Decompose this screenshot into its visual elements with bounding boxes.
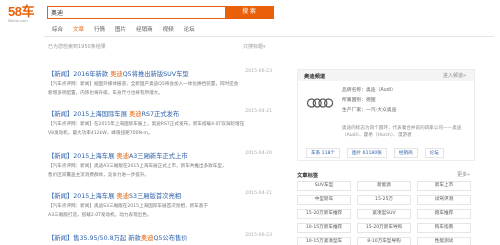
result-title-pre: 2015上海车展 bbox=[73, 153, 117, 160]
title-only-label: 只搜标题 bbox=[243, 44, 264, 50]
result-title-highlight: 奥迪 bbox=[140, 235, 154, 242]
result-item: 【新闻】2015上海车展 奥迪A3三厢新车正式上市 2015-04-20 【汽车… bbox=[48, 151, 272, 180]
result-date: 2015-04-21 bbox=[245, 191, 272, 196]
result-tag: 【新闻】 bbox=[48, 111, 74, 118]
result-snippet-line: 【汽车点评网：新闻】据国外媒体报道，全新国产奥迪Q5将会加入一体化换挡装置，同时… bbox=[48, 82, 239, 87]
result-title-highlight: 奥迪 bbox=[110, 71, 123, 78]
result-date: 2015-04-20 bbox=[245, 151, 272, 156]
brand-link-series[interactable]: 车系 118个 bbox=[306, 148, 341, 158]
logo-text: 58车 bbox=[8, 4, 34, 19]
result-item: 【新闻】2016年新款 奥迪Q5将推出新版SUV车型 2015-06-23 【汽… bbox=[48, 69, 272, 98]
tag-item[interactable]: SUV车型 bbox=[297, 181, 351, 191]
result-title-post: Q5将推出新版SUV车型 bbox=[122, 71, 189, 78]
search-button[interactable]: 搜 索 bbox=[225, 7, 273, 18]
result-snippet: 【汽车点评网：新闻】奥迪S3三厢版在2015上海国际车展首次亮相，新车基于 A3… bbox=[48, 203, 262, 220]
result-snippet-line: 新增多项配置，内饰也将升级，车身尺寸也将有所增大。 bbox=[48, 90, 163, 96]
tag-item[interactable]: 性能测试 bbox=[417, 237, 471, 245]
site-logo[interactable]: 58车 58che.com bbox=[8, 5, 42, 25]
result-title-link[interactable]: 【新闻】2015上海国际车展 奥迪RS7正式发布 bbox=[48, 109, 268, 118]
result-title-pre: 2015上海车展 bbox=[73, 193, 117, 200]
result-snippet-line: A3三厢版打造，搭载2.0T发动机，动力表现出色。 bbox=[48, 212, 152, 218]
search-bar: 搜 索 bbox=[47, 6, 274, 19]
tag-item[interactable]: 15-20万新车导购 bbox=[357, 223, 411, 233]
result-tag: 【新闻】 bbox=[48, 153, 74, 160]
tag-item[interactable]: 新能源 bbox=[357, 181, 411, 191]
search-input[interactable] bbox=[48, 7, 226, 18]
result-snippet-line: V8发动机，最大功率412kW，峰值扭矩700N·m。 bbox=[48, 130, 153, 136]
result-count: 已为您检索到1950条结果 bbox=[48, 44, 106, 50]
brand-link-dealers[interactable]: 经销商 bbox=[393, 148, 418, 158]
brand-link-images[interactable]: 图片 61180张 bbox=[347, 148, 387, 158]
tag-item[interactable]: 跑车推荐 bbox=[417, 209, 471, 219]
result-title-pre: 2016年新款 bbox=[73, 71, 111, 78]
article-tags-grid: SUV车型 新能源 新车上市 中型轿车 15-25万 试驾评测 15-20万新车… bbox=[297, 181, 475, 245]
result-date: 2015-04-21 bbox=[245, 109, 272, 114]
tags-more-link[interactable]: 更多» bbox=[457, 171, 470, 178]
tag-item[interactable]: 10-15万紧凑型车 bbox=[297, 237, 351, 245]
result-title-highlight: 奥迪 bbox=[116, 153, 129, 160]
chevron-down-icon: ▾ bbox=[263, 44, 266, 50]
result-title-highlight: 奥迪 bbox=[116, 193, 129, 200]
logo-subtext: 58che.com bbox=[8, 18, 28, 23]
article-tags-title: 文章标签 bbox=[297, 173, 319, 179]
result-date: 2015-06-23 bbox=[245, 233, 272, 238]
tag-item[interactable]: 中型轿车 bbox=[297, 195, 351, 205]
brand-country: 所属国别：德国 bbox=[342, 98, 376, 103]
brand-channel-box: 奥迪频道 进入频道» 品牌名称：奥迪（Audi） 所属国别：德国 生产厂家：一汽… bbox=[297, 69, 475, 161]
result-title-link[interactable]: 【新闻】2015上海车展 奥迪S3三厢版首次亮相 bbox=[48, 191, 268, 200]
result-item: 【新闻】2015上海车展 奥迪S3三厢版首次亮相 2015-04-21 【汽车点… bbox=[48, 191, 272, 220]
result-snippet: 【汽车点评网：新闻】据国外媒体报道，全新国产奥迪Q5将会加入一体化换挡装置，同时… bbox=[48, 81, 262, 98]
result-title-pre: 售35.95/50.8万起 新款 bbox=[73, 235, 141, 242]
result-title-highlight: 奥迪 bbox=[129, 111, 142, 118]
brand-info: 品牌名称：奥迪（Audi） 所属国别：德国 生产厂家：一汽-大众奥迪 bbox=[342, 86, 397, 116]
tag-item[interactable]: 15-25万 bbox=[357, 195, 411, 205]
title-only-filter[interactable]: 只搜标题▾ bbox=[243, 43, 266, 50]
tag-item[interactable]: 购车指南 bbox=[417, 223, 471, 233]
result-title-post: Q5公布售价 bbox=[153, 235, 188, 242]
enter-channel-link[interactable]: 进入频道» bbox=[443, 72, 466, 79]
brand-maker: 生产厂家：一汽-大众奥迪 bbox=[342, 108, 397, 113]
tag-item[interactable]: 试驾评测 bbox=[417, 195, 471, 205]
tabs-divider bbox=[44, 36, 494, 37]
brand-channel-header: 奥迪频道 进入频道» bbox=[298, 70, 474, 81]
result-item: 【新闻】售35.95/50.8万起 新款奥迪Q5公布售价 2015-06-23 bbox=[48, 233, 272, 242]
result-title-post: A3三厢新车正式上市 bbox=[129, 153, 188, 160]
result-tag: 【新闻】 bbox=[48, 71, 74, 78]
tag-item[interactable]: 紧凑型SUV bbox=[357, 209, 411, 219]
tag-item[interactable]: 新车上市 bbox=[417, 181, 471, 191]
result-title-post: S3三厢版首次亮相 bbox=[129, 193, 182, 200]
result-snippet: 【汽车点评网：新闻】奥迪A3三厢版在2015上海车展正式上市，新车共推出多款车型… bbox=[48, 163, 262, 180]
result-snippet: 【汽车点评网：新闻】在2015年上海国际车展上，奥迪RS7正式发布，新车搭载4.… bbox=[48, 121, 262, 138]
result-tag: 【新闻】 bbox=[48, 193, 74, 200]
result-item: 【新闻】2015上海国际车展 奥迪RS7正式发布 2015-04-21 【汽车点… bbox=[48, 109, 272, 138]
brand-link-forum[interactable]: 论坛 bbox=[424, 148, 444, 158]
tag-item[interactable]: 10-15万新车推荐 bbox=[297, 223, 351, 233]
result-title-link[interactable]: 【新闻】售35.95/50.8万起 新款奥迪Q5公布售价 bbox=[48, 233, 268, 242]
brand-links: 车系 118个 图片 61180张 经销商 论坛 bbox=[306, 148, 451, 158]
brand-description: 奥迪的标志为四个圆环，代表着合并前的四家公司——奥迪（Audi）、霍希（Horc… bbox=[342, 126, 462, 138]
tag-item[interactable]: 8-10万车型导购 bbox=[357, 237, 411, 245]
result-title-link[interactable]: 【新闻】2015上海车展 奥迪A3三厢新车正式上市 bbox=[48, 151, 268, 160]
result-snippet-line: 【汽车点评网：新闻】奥迪A3三厢版在2015上海车展正式上市，新车共推出多款车型… bbox=[48, 164, 227, 169]
brand-name: 品牌名称：奥迪（Audi） bbox=[342, 88, 396, 93]
result-snippet-line: 售价区间覆盖主流消费群体，竞争力进一步提升。 bbox=[48, 172, 150, 178]
tag-item[interactable]: 15-20万新车推荐 bbox=[297, 209, 351, 219]
result-date: 2015-06-23 bbox=[245, 69, 272, 74]
result-title-pre: 2015上海国际车展 bbox=[73, 111, 129, 118]
result-snippet-line: 【汽车点评网：新闻】在2015年上海国际车展上，奥迪RS7正式发布，新车搭载4.… bbox=[48, 122, 245, 127]
audi-logo-icon[interactable] bbox=[306, 92, 334, 114]
result-snippet-line: 【汽车点评网：新闻】奥迪S3三厢版在2015上海国际车展首次亮相，新车基于 bbox=[48, 204, 208, 209]
result-title-post: RS7正式发布 bbox=[141, 111, 180, 118]
result-tag: 【新闻】 bbox=[48, 235, 74, 242]
result-title-link[interactable]: 【新闻】2016年新款 奥迪Q5将推出新版SUV车型 bbox=[48, 69, 268, 78]
brand-channel-title: 奥迪频道 bbox=[304, 74, 326, 80]
